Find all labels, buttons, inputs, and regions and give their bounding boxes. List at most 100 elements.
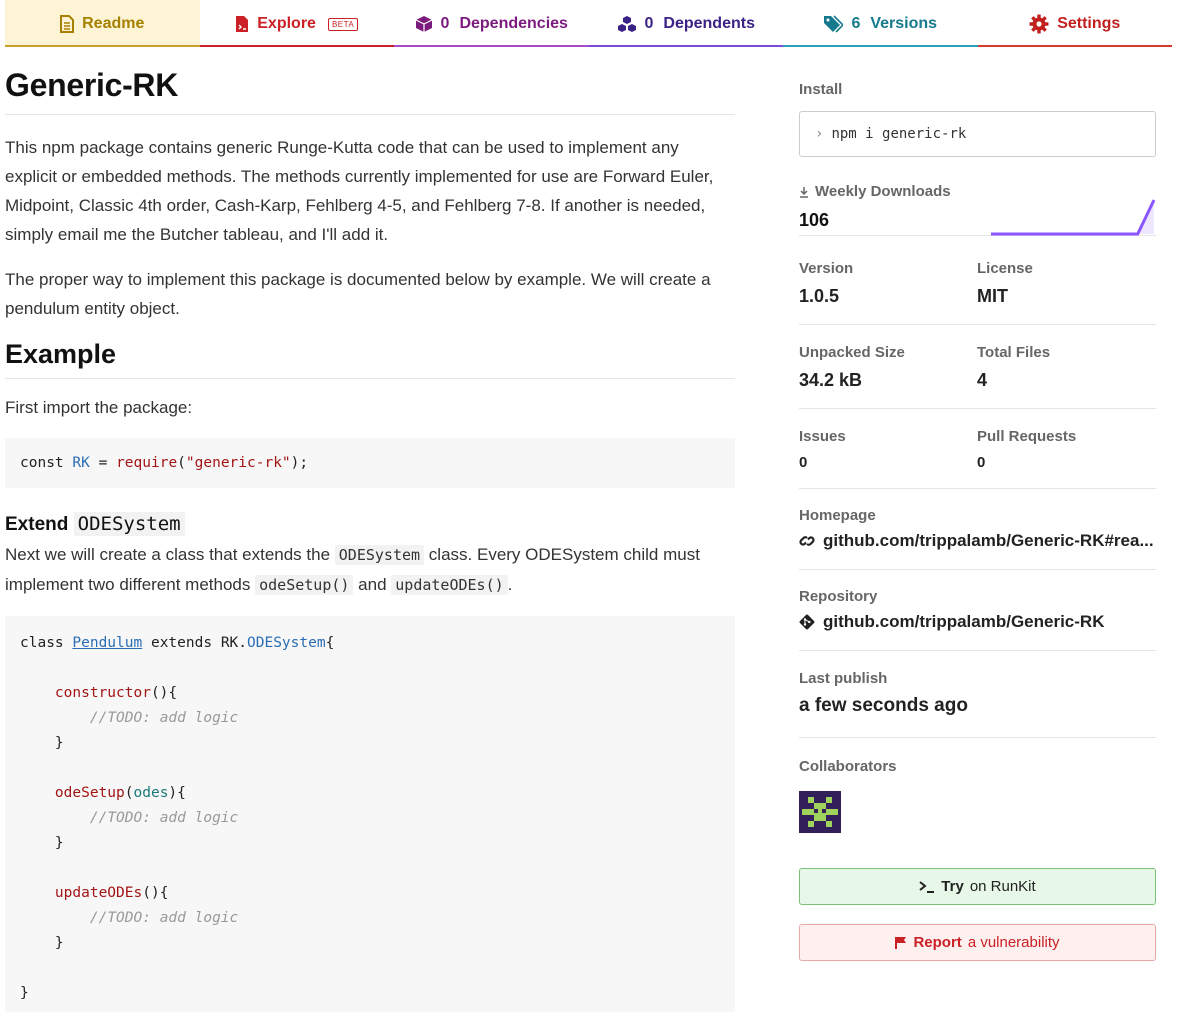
homepage-link[interactable]: github.com/trippalamb/Generic-RK#rea... [799,531,1156,551]
readme-intro: This npm package contains generic Runge-… [5,138,714,244]
tab-explore-label: Explore [257,15,316,32]
code-token[interactable]: Pendulum [72,635,142,651]
code-token: : add logic [142,910,239,926]
pull-requests-label: Pull Requests [977,428,1077,445]
total-files-block: Total Files 4 [977,344,1156,391]
report-vulnerability-button[interactable]: Report a vulnerability [799,924,1156,961]
beta-badge: BETA [327,17,359,31]
extend-heading: Extend ODESystem [5,512,735,536]
next-paragraph: Next we will create a class that extends… [5,540,735,600]
code-comment: //TODO: add logic [89,710,239,726]
pull-requests-value[interactable]: 0 [977,454,1156,471]
last-publish-block: Last publish a few seconds ago [799,651,1156,738]
code-token: RK [72,455,90,471]
class-code-block: class Pendulum extends RK.ODESystem{ con… [5,616,735,1012]
issues-value[interactable]: 0 [799,454,977,471]
gear-icon [1029,14,1049,34]
code-token: odes [133,785,169,801]
code-token: class [20,635,64,651]
collaborators-label: Collaborators [799,758,897,775]
flag-icon [895,937,907,949]
code-token: const [20,455,64,471]
code-token: odeSetup [54,785,125,801]
tab-dependencies[interactable]: 0 Dependencies [394,0,589,47]
inline-code: updateODEs() [391,575,508,595]
download-icon [800,186,808,198]
code-token: require [116,455,178,471]
weekly-downloads-label-text: Weekly Downloads [815,183,951,200]
tab-readme[interactable]: Readme [5,0,200,47]
repository-label: Repository [799,588,878,605]
tab-explore[interactable]: Explore BETA [199,0,394,47]
inline-code: ODESystem [334,545,425,565]
explore-file-icon [236,16,249,32]
license-value: MIT [977,286,1008,306]
code-token: TODO [107,910,143,926]
code-token: ); [290,455,309,471]
code-token: TODO [107,710,143,726]
extend-heading-code: ODESystem [73,512,185,536]
extend-heading-text: Extend [5,514,69,535]
homepage-link-text[interactable]: github.com/trippalamb/Generic-RK#rea... [823,531,1154,551]
tab-versions[interactable]: 6 Versions [783,0,978,47]
code-token: ODESystem [247,635,326,651]
inline-code: odeSetup() [255,575,354,595]
homepage-block: Homepage github.com/trippalamb/Generic-R… [799,489,1156,570]
code-token: constructor [54,685,151,701]
report-text: a vulnerability [967,934,1060,951]
issues-block[interactable]: Issues 0 [799,428,977,471]
code-token: "generic-rk" [185,455,291,471]
versions-count: 6 [851,15,861,32]
report-bold-text: Report [913,934,962,951]
tags-icon [824,15,844,33]
boxes-icon [617,16,636,32]
unpacked-size-value: 34.2 kB [799,370,863,390]
tab-settings[interactable]: Settings [977,0,1172,47]
weekly-downloads-value: 106 [799,210,830,230]
repository-link-text[interactable]: github.com/trippalamb/Generic-RK [823,612,1104,632]
license-label: License [977,260,1033,277]
tab-settings-label: Settings [1057,15,1121,32]
install-command[interactable]: › npm i generic-rk [799,111,1156,157]
code-comment: //TODO: add logic [89,910,239,926]
git-icon [799,614,815,630]
total-files-label: Total Files [977,344,1051,361]
code-comment: //TODO: add logic [89,810,239,826]
next-text: Next we will create a class that extends… [5,545,331,564]
weekly-downloads-row: 106 [799,199,1156,236]
try-on-runkit-button[interactable]: Try on RunKit [799,868,1156,905]
install-label: Install [799,81,843,98]
first-import-text: First import the package: [5,398,193,417]
box-icon [415,16,432,32]
code-token: TODO [107,810,143,826]
readme-proper-way: The proper way to implement this package… [5,270,711,318]
weekly-downloads-sparkline[interactable] [963,194,1156,238]
code-token: = [98,455,108,471]
sparkline-area [991,200,1154,234]
package-sidebar: Install › npm i generic-rk Weekly Downlo… [799,47,1156,961]
repository-block: Repository github.com/trippalamb/Generic… [799,570,1156,651]
total-files-value: 4 [977,370,988,390]
issues-label: Issues [799,428,846,445]
homepage-label: Homepage [799,507,876,524]
runkit-text: on RunKit [969,878,1036,895]
code-token: RK. [220,635,248,651]
package-tabs: Readme Explore BETA 0 Dependencies 0 Dep… [5,0,1172,47]
version-license-row: Version 1.0.5 License MIT [799,236,1156,325]
collaborator-avatar[interactable] [799,791,841,833]
code-token: updateODEs [54,885,143,901]
sparkline-line [991,199,1156,236]
tab-dependents[interactable]: 0 Dependents [588,0,783,47]
tab-dependencies-label: Dependencies [459,15,568,32]
pull-requests-block[interactable]: Pull Requests 0 [977,428,1156,471]
repository-link[interactable]: github.com/trippalamb/Generic-RK [799,612,1156,632]
example-heading: Example [5,339,735,379]
install-command-text[interactable]: npm i generic-rk [831,126,966,142]
issues-prs-row: Issues 0 Pull Requests 0 [799,409,1156,489]
unpacked-size-label: Unpacked Size [799,344,905,361]
license-block: License MIT [977,260,1156,307]
code-token: extends [150,635,213,651]
terminal-chevron-icon: › [815,126,824,142]
import-code-block: const RK = require("generic-rk"); [5,438,735,488]
dependencies-count: 0 [440,15,450,32]
